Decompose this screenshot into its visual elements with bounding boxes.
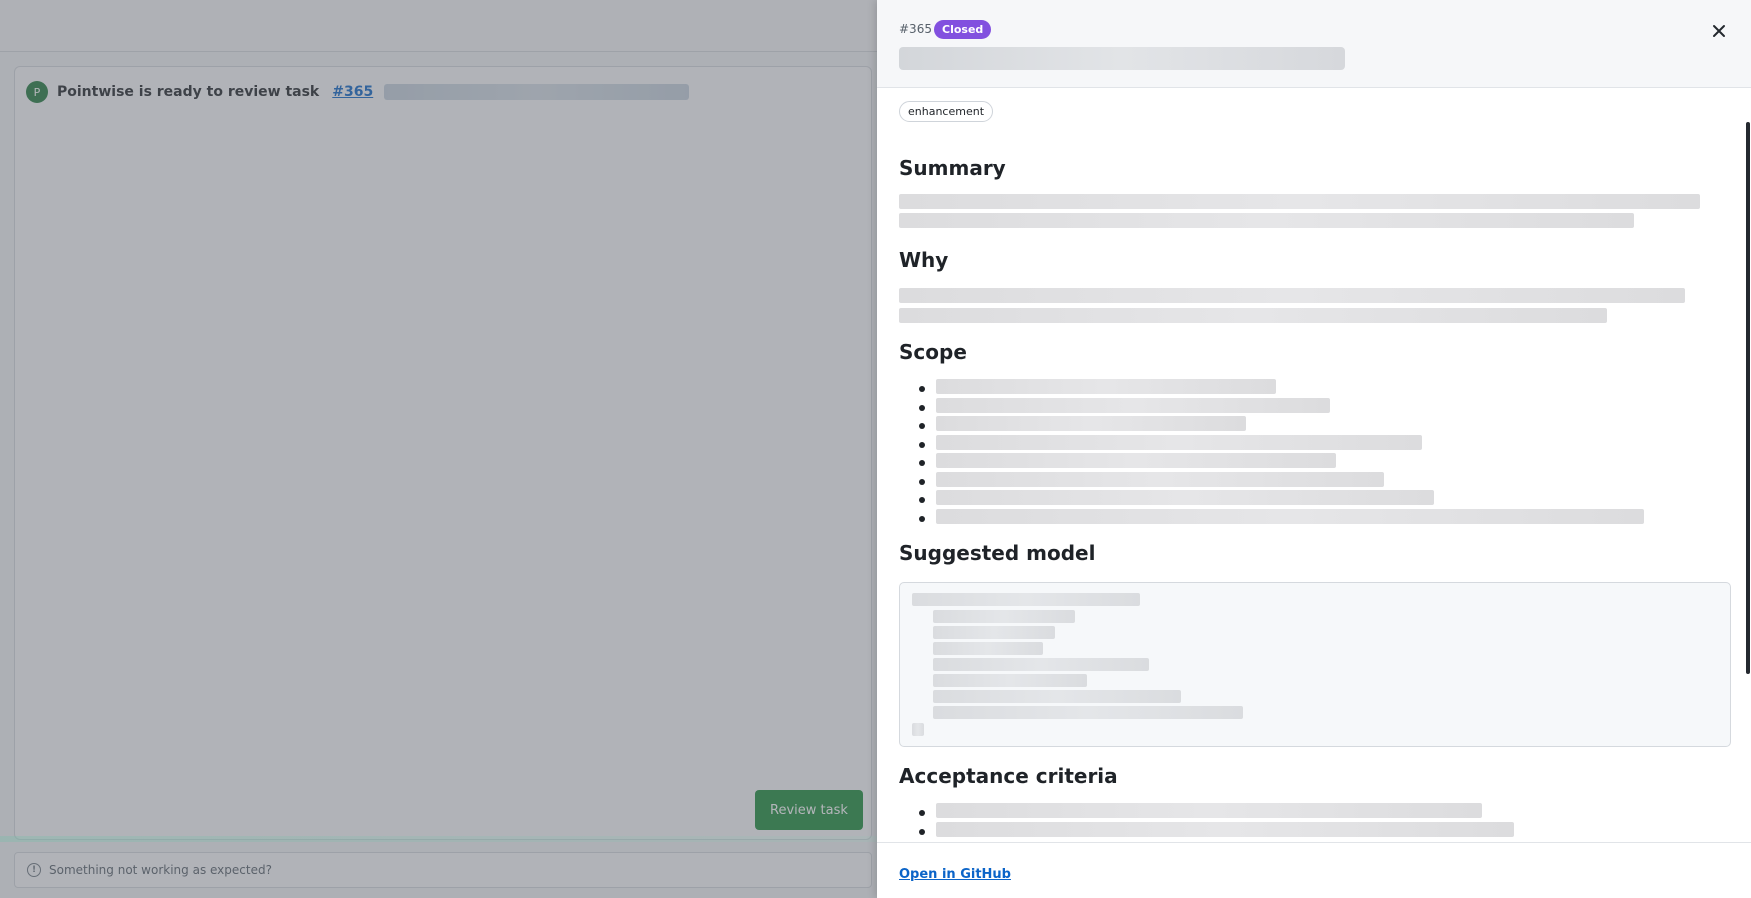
redacted-line [936,472,1384,487]
redacted-line [936,490,1434,505]
bullet [919,829,925,835]
redacted-line [899,194,1700,209]
status-badge: Closed [934,20,992,39]
redacted-line [899,308,1607,323]
redacted-line [936,509,1644,524]
code-block [899,582,1731,747]
redacted-code [933,690,1181,703]
bullet [919,479,925,485]
bullet [919,386,925,392]
heading-why: Why [899,248,949,272]
bullet [919,442,925,448]
bullet [919,405,925,411]
bullet [919,497,925,503]
redacted-code [933,658,1149,671]
redacted-line [936,416,1246,431]
label-chip[interactable]: enhancement [899,101,994,122]
redacted-code [933,626,1055,639]
close-icon[interactable] [1708,20,1730,42]
redacted-code [912,593,1140,606]
redacted-line [936,822,1514,837]
heading-suggested-model: Suggested model [899,541,1096,565]
bullet [919,460,925,466]
redacted-line [936,435,1422,450]
redacted-code [933,610,1075,623]
issue-title-redacted [899,47,1345,70]
redacted-line [936,398,1330,413]
redacted-code [933,706,1243,719]
drawer-scrollbar[interactable] [1746,122,1750,674]
drawer-footer: Open in GitHub [877,842,1751,898]
issue-number: #365 [899,22,932,36]
issue-drawer: #365 Closed enhancement Summary Why Scop… [877,0,1751,898]
heading-scope: Scope [899,340,967,364]
heading-acceptance-criteria: Acceptance criteria [899,764,1118,788]
bullet [919,516,925,522]
heading-summary: Summary [899,156,1006,180]
drawer-header: #365 Closed [877,0,1751,88]
redacted-line [936,379,1276,394]
redacted-code [933,674,1087,687]
redacted-line [936,453,1336,468]
redacted-code [912,723,924,736]
bullet [919,423,925,429]
issue-body: enhancement Summary Why Scope Suggested … [899,90,1734,842]
overlay-strip [0,836,877,842]
redacted-line [899,213,1634,228]
redacted-line [936,803,1482,818]
redacted-code [933,642,1043,655]
open-in-github-link[interactable]: Open in GitHub [899,867,1011,882]
bullet [919,810,925,816]
redacted-line [899,288,1685,303]
